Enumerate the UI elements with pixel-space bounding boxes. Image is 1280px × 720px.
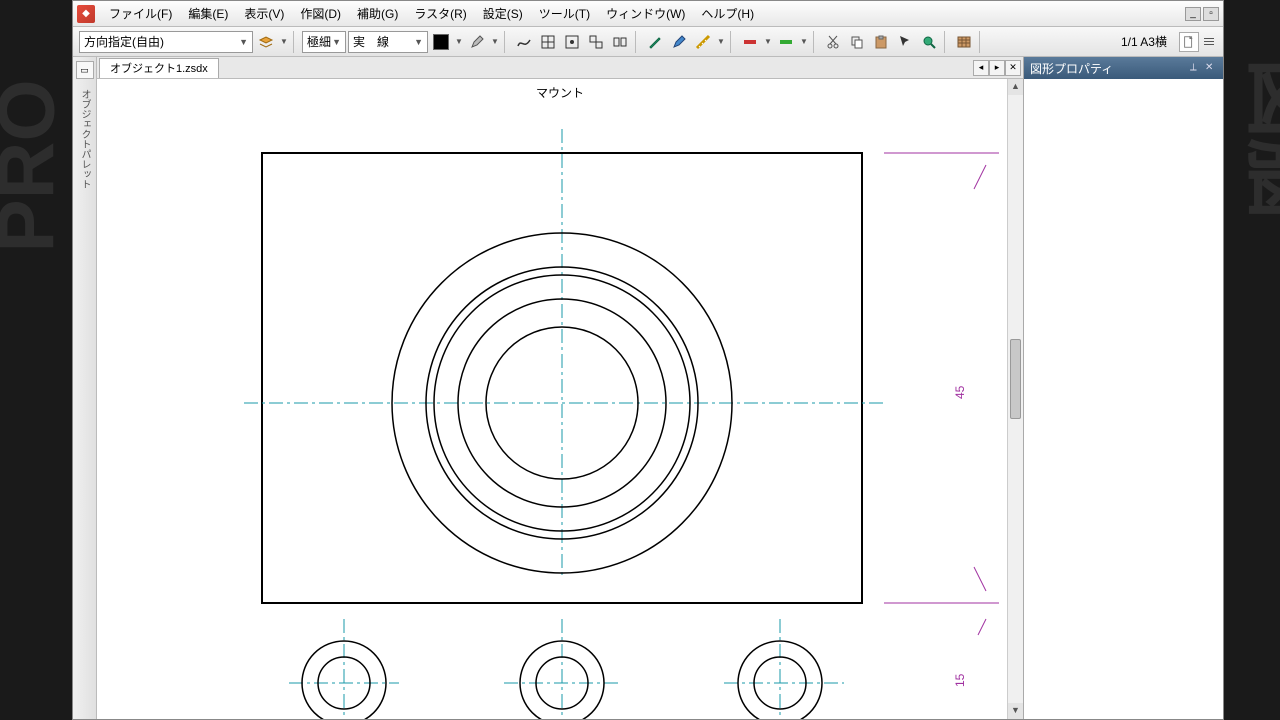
app-window: ◆ ファイル(F) 編集(E) 表示(V) 作図(D) 補助(G) ラスタ(R)… (72, 0, 1224, 720)
properties-panel-header: 図形プロパティ ⟂ ✕ (1024, 57, 1223, 79)
direction-combo[interactable]: 方向指定(自由) ▼ (79, 31, 253, 53)
work-area: ▭ オブジェクトパレット オブジェクト1.zsdx ◂ ▸ ✕ マウント (73, 57, 1223, 719)
tool-measure-dropdown[interactable]: ▼ (716, 31, 726, 53)
menu-file[interactable]: ファイル(F) (103, 2, 178, 25)
properties-panel-body (1024, 79, 1223, 719)
page-button[interactable] (1179, 32, 1199, 52)
select-button[interactable] (894, 31, 916, 53)
tool-mirror[interactable] (609, 31, 631, 53)
dropdown-arrow-icon: ▼ (239, 37, 248, 47)
drawing-canvas[interactable]: マウント (97, 79, 1023, 719)
tool-dim-green-dropdown[interactable]: ▼ (799, 31, 809, 53)
menu-draw[interactable]: 作図(D) (294, 2, 347, 25)
tool-dim-red-dropdown[interactable]: ▼ (763, 31, 773, 53)
linestyle-label: 実 線 (353, 33, 389, 50)
palette-toggle[interactable]: ▭ (76, 61, 94, 79)
toolbar-overflow[interactable] (1201, 32, 1217, 52)
menu-window[interactable]: ウィンドウ(W) (600, 2, 691, 25)
tab-close-button[interactable]: ✕ (1005, 60, 1021, 76)
paste-button[interactable] (870, 31, 892, 53)
page-status: 1/1 A3横 (1111, 33, 1177, 50)
dropdown-arrow-icon: ▼ (414, 37, 423, 47)
color-swatch (433, 34, 449, 50)
linestyle-combo[interactable]: 実 線 ▼ (348, 31, 428, 53)
layer-dropdown[interactable]: ▼ (279, 31, 289, 53)
copy-button[interactable] (846, 31, 868, 53)
dimension-15: 15 (953, 673, 967, 687)
menu-help[interactable]: ヘルプ(H) (695, 2, 760, 25)
toolbar: 方向指定(自由) ▼ ▼ 極細 ▼ 実 線 ▼ ▼ ▼ ▼ ▼ ▼ (73, 27, 1223, 57)
menu-settings[interactable]: 設定(S) (477, 2, 529, 25)
lineweight-combo[interactable]: 極細 ▼ (302, 31, 346, 53)
tool-dim-green[interactable] (775, 31, 797, 53)
color-dropdown[interactable]: ▼ (454, 31, 464, 53)
lineweight-label: 極細 (307, 33, 331, 50)
menu-edit[interactable]: 編集(E) (182, 2, 234, 25)
color-button[interactable] (430, 31, 452, 53)
dimension-45: 45 (953, 385, 967, 399)
scroll-down-button[interactable]: ▼ (1008, 703, 1023, 719)
properties-panel-title: 図形プロパティ (1030, 60, 1113, 77)
pen-dropdown[interactable]: ▼ (490, 31, 500, 53)
tool-freehand[interactable] (513, 31, 535, 53)
document-tab[interactable]: オブジェクト1.zsdx (99, 58, 219, 78)
layer-button[interactable] (255, 31, 277, 53)
tool-snap-grid[interactable] (561, 31, 583, 53)
tool-measure[interactable] (692, 31, 714, 53)
vertical-scrollbar[interactable]: ▲ ▼ (1007, 79, 1023, 719)
zoom-button[interactable] (918, 31, 940, 53)
scroll-thumb[interactable] (1010, 339, 1021, 419)
minimize-button[interactable]: _ (1185, 7, 1201, 21)
cut-button[interactable] (822, 31, 844, 53)
tool-copy-array[interactable] (585, 31, 607, 53)
panel-pin-button[interactable]: ⟂ (1190, 62, 1202, 74)
tool-snap-center[interactable] (537, 31, 559, 53)
document-frame: オブジェクト1.zsdx ◂ ▸ ✕ マウント (97, 57, 1023, 719)
panel-close-button[interactable]: ✕ (1205, 62, 1217, 74)
table-button[interactable] (953, 31, 975, 53)
menu-aux[interactable]: 補助(G) (351, 2, 404, 25)
tool-pencil[interactable] (668, 31, 690, 53)
menu-bar: ◆ ファイル(F) 編集(E) 表示(V) 作図(D) 補助(G) ラスタ(R)… (73, 1, 1223, 27)
scroll-up-button[interactable]: ▲ (1008, 79, 1023, 95)
tab-prev-button[interactable]: ◂ (973, 60, 989, 76)
drawing-title-fragment: マウント (536, 86, 584, 100)
dropdown-arrow-icon: ▼ (332, 37, 341, 47)
document-tab-strip: オブジェクト1.zsdx ◂ ▸ ✕ (97, 57, 1023, 79)
app-icon: ◆ (77, 5, 95, 23)
menu-view[interactable]: 表示(V) (238, 2, 290, 25)
restore-button[interactable]: ▫ (1203, 7, 1219, 21)
left-palette-bar: ▭ オブジェクトパレット (73, 57, 97, 719)
palette-label: オブジェクトパレット (77, 85, 92, 193)
pen-button[interactable] (466, 31, 488, 53)
tab-next-button[interactable]: ▸ (989, 60, 1005, 76)
direction-combo-label: 方向指定(自由) (84, 33, 164, 50)
tool-dim-red[interactable] (739, 31, 761, 53)
menu-tool[interactable]: ツール(T) (533, 2, 596, 25)
tool-brush[interactable] (644, 31, 666, 53)
properties-panel: 図形プロパティ ⟂ ✕ (1023, 57, 1223, 719)
menu-raster[interactable]: ラスタ(R) (408, 2, 472, 25)
